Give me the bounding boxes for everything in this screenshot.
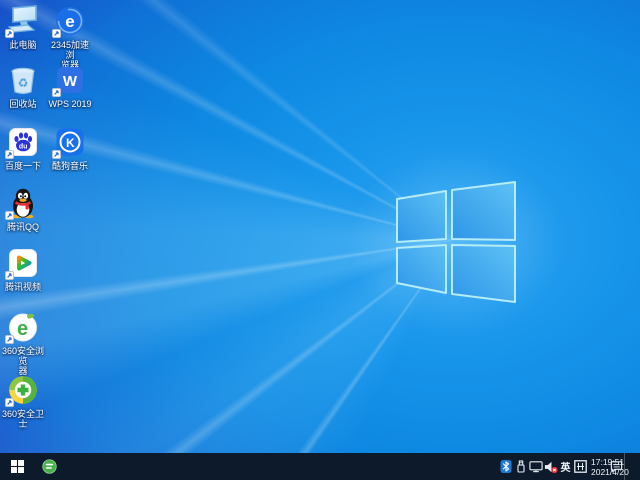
taskbar-app-360-browser[interactable] <box>34 453 64 480</box>
2345-browser-icon: e <box>52 5 86 38</box>
action-center-icon[interactable] <box>609 453 624 480</box>
desktop-icon-baidu[interactable]: du 百度一下 <box>0 126 46 171</box>
desktop-icon-360-browser[interactable]: e 360安全浏览 器 <box>0 311 46 376</box>
shortcut-arrow-badge <box>5 150 14 159</box>
kugou-music-icon: K <box>52 126 86 159</box>
360-browser-icon: e <box>5 311 39 344</box>
desktop-icon-tencent-qq[interactable]: 腾讯QQ <box>0 187 46 232</box>
desktop-icon-this-pc[interactable]: 此电脑 <box>0 5 46 50</box>
shortcut-arrow-badge <box>5 271 14 280</box>
ime-keyboard-icon[interactable] <box>573 453 588 480</box>
tencent-video-play-icon <box>5 247 39 280</box>
qq-penguin-icon <box>5 187 39 220</box>
clock-time: 17:19:51 <box>591 456 625 467</box>
desktop-icon-wps-2019[interactable]: W WPS 2019 <box>47 64 93 109</box>
desktop-icon-label: 此电脑 <box>9 40 37 50</box>
usb-device-icon[interactable] <box>513 453 528 480</box>
svg-text:du: du <box>19 144 28 151</box>
taskbar: 英 17:19:51 2021/4/20 <box>0 453 640 480</box>
windows-start-icon <box>10 460 24 473</box>
shortcut-arrow-badge <box>5 398 14 407</box>
desktop-icon-recycle-bin[interactable]: ♻ 回收站 <box>0 64 46 109</box>
recycle-bin-icon: ♻ <box>7 64 39 96</box>
network-display-icon[interactable] <box>528 453 543 480</box>
start-button[interactable] <box>0 453 34 480</box>
desktop-icon-kugou-music[interactable]: K 酷狗音乐 <box>47 126 93 171</box>
desktop-icon-tencent-video[interactable]: 腾讯视频 <box>0 247 46 292</box>
bluetooth-icon[interactable] <box>498 453 513 480</box>
desktop-icon-label: 酷狗音乐 <box>51 161 88 171</box>
windows-logo <box>396 181 516 303</box>
this-pc-icon <box>5 5 39 38</box>
volume-muted-icon[interactable] <box>543 453 558 480</box>
svg-text:K: K <box>66 136 75 150</box>
green-circle-app-icon <box>41 459 57 474</box>
clock-date: 2021/4/20 <box>591 466 629 477</box>
shortcut-arrow-badge <box>52 29 61 38</box>
system-tray: 英 17:19:51 2021/4/20 <box>498 453 640 480</box>
baidu-paw-icon: du <box>5 126 39 159</box>
taskbar-clock[interactable]: 17:19:51 2021/4/20 <box>591 453 629 480</box>
desktop-icon-2345-browser[interactable]: e 2345加速浏 览器 <box>47 5 93 70</box>
360-safeguard-icon <box>5 374 39 407</box>
desktop-icon-label: 腾讯QQ <box>6 222 39 232</box>
wps-icon: W <box>52 64 86 97</box>
shortcut-arrow-badge <box>52 150 61 159</box>
desktop-icon-label: 360安全卫士 <box>1 409 45 429</box>
wallpaper: 此电脑 ♻ 回收站 du 百度一下 腾讯QQ 腾讯视频 e 360安全浏览 器 … <box>0 0 640 480</box>
language-indicator[interactable]: 英 <box>558 453 573 480</box>
desktop-icon-label: 回收站 <box>9 99 37 109</box>
desktop-icon-label: 腾讯视频 <box>4 282 41 292</box>
shortcut-arrow-badge <box>5 29 14 38</box>
desktop-icon-label: 360安全浏览 器 <box>1 346 45 376</box>
desktop-icon-label: 百度一下 <box>4 161 41 171</box>
svg-text:e: e <box>17 318 28 340</box>
svg-text:♻: ♻ <box>18 76 29 90</box>
desktop-icon-label: WPS 2019 <box>48 99 92 109</box>
svg-text:W: W <box>63 73 78 90</box>
desktop-icon-360-safeguard[interactable]: 360安全卫士 <box>0 374 46 429</box>
shortcut-arrow-badge <box>5 335 14 344</box>
show-desktop-button[interactable] <box>624 453 639 480</box>
svg-text:e: e <box>65 12 74 31</box>
shortcut-arrow-badge <box>5 211 14 220</box>
shortcut-arrow-badge <box>52 88 61 97</box>
